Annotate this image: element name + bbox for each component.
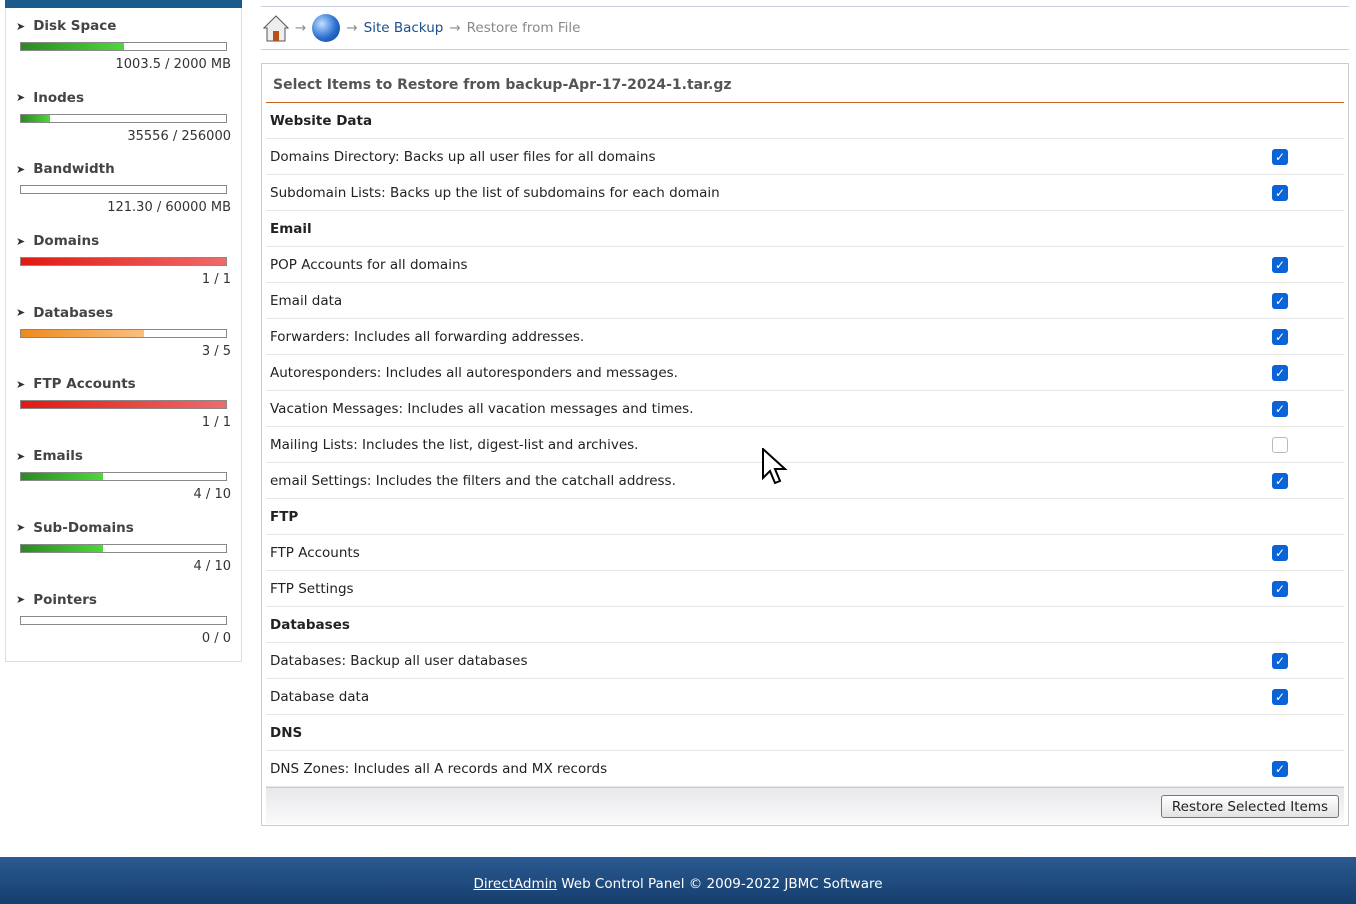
restore-item-row: Databases: Backup all user databases ✓ (266, 643, 1344, 679)
item-checkbox[interactable]: ✓ (1272, 473, 1288, 489)
item-checkbox[interactable]: ✓ (1272, 653, 1288, 669)
restore-selected-button[interactable]: Restore Selected Items (1160, 795, 1339, 818)
restore-panel: Select Items to Restore from backup-Apr-… (261, 63, 1349, 826)
stat-value: 1003.5 / 2000 MB (115, 57, 231, 72)
item-checkbox[interactable]: ✓ (1272, 689, 1288, 705)
item-checkbox[interactable]: ✓ (1272, 581, 1288, 597)
stat-value: 4 / 10 (193, 558, 231, 574)
restore-item-row: Mailing Lists: Includes the list, digest… (266, 427, 1344, 463)
item-checkbox[interactable]: ✓ (1272, 401, 1288, 417)
restore-item-row: DNS Zones: Includes all A records and MX… (266, 751, 1344, 787)
section-header: DNS (266, 715, 1344, 751)
restore-item-row: Autoresponders: Includes all autorespond… (266, 355, 1344, 391)
stat-title[interactable]: ➤ Pointers (16, 592, 231, 608)
item-checkbox[interactable]: ✓ (1272, 149, 1288, 165)
stat-domains: ➤ Domains 1 / 1 (6, 223, 241, 295)
stat-value: 121.30 / 60000 MB (107, 200, 231, 216)
restore-item-row: Database data ✓ (266, 679, 1344, 715)
usage-bar (20, 543, 227, 553)
arrow-right-icon: ➤ (16, 521, 26, 535)
usage-bar (20, 42, 227, 51)
item-checkbox[interactable] (1272, 437, 1288, 453)
stat-pointers: ➤ Pointers 0 / 0 (6, 582, 241, 654)
globe-icon[interactable] (312, 14, 341, 42)
arrow-right-icon: ➤ (16, 162, 26, 176)
stat-value: 4 / 10 (193, 487, 231, 503)
breadcrumb: → → Site Backup → Restore from File (261, 6, 1349, 50)
directadmin-link[interactable]: DirectAdmin (473, 876, 556, 892)
restore-item-row: POP Accounts for all domains ✓ (266, 247, 1344, 283)
restore-item-row: email Settings: Includes the filters and… (266, 463, 1344, 499)
arrow-right-icon: ➤ (16, 91, 26, 105)
usage-bar-fill (21, 114, 50, 122)
item-checkbox[interactable]: ✓ (1272, 293, 1288, 309)
usage-bar (20, 400, 227, 410)
stat-value: 3 / 5 (201, 343, 231, 359)
stat-title[interactable]: ➤ Bandwidth (16, 161, 231, 177)
usage-bar-fill (21, 473, 103, 481)
stat-title[interactable]: ➤ Sub-Domains (16, 520, 231, 536)
stat-ftp-accounts: ➤ FTP Accounts 1 / 1 (6, 366, 241, 438)
stat-inodes: ➤ Inodes 35556 / 256000 (6, 80, 241, 152)
restore-item-row: FTP Settings ✓ (266, 571, 1344, 607)
usage-bar-fill (21, 258, 226, 266)
stat-value: 0 / 0 (201, 630, 231, 646)
stat-value: 1 / 1 (201, 415, 231, 431)
mouse-cursor-icon (762, 448, 788, 485)
arrow-right-icon: ➤ (16, 306, 26, 320)
section-header: FTP (266, 499, 1344, 535)
footer: DirectAdmin Web Control Panel © 2009-202… (0, 857, 1356, 904)
restore-item-row: Vacation Messages: Includes all vacation… (266, 391, 1344, 427)
stat-title[interactable]: ➤ FTP Accounts (16, 376, 231, 392)
item-checkbox[interactable]: ✓ (1272, 185, 1288, 201)
usage-bar-fill (21, 401, 226, 409)
usage-bar (20, 472, 227, 482)
usage-bar-fill (21, 544, 103, 552)
section-header: Email (266, 211, 1344, 247)
stat-value: 35556 / 256000 (127, 128, 231, 144)
restore-item-row: Domains Directory: Backs up all user fil… (266, 139, 1344, 175)
arrow-right-icon: ➤ (16, 593, 26, 606)
stat-bandwidth: ➤ Bandwidth 121.30 / 60000 MB (6, 151, 241, 223)
restore-item-row: Email data ✓ (266, 283, 1344, 319)
stat-databases: ➤ Databases 3 / 5 (6, 295, 241, 367)
usage-bar (20, 328, 227, 338)
usage-bar (20, 257, 227, 267)
sidebar-top-bar (5, 0, 242, 8)
stat-sub-domains: ➤ Sub-Domains 4 / 10 (6, 510, 241, 582)
sidebar: ➤ Disk Space 1003.5 / 2000 MB ➤ Inodes 3555… (5, 0, 242, 662)
arrow-right-icon: ➤ (16, 449, 26, 463)
item-checkbox[interactable]: ✓ (1272, 257, 1288, 273)
arrow-right-icon: ➤ (16, 377, 26, 391)
stat-title[interactable]: ➤ Disk Space (16, 18, 231, 34)
panel-footer: Restore Selected Items (266, 787, 1344, 824)
breadcrumb-current: Restore from File (466, 20, 581, 36)
usage-bar (20, 185, 227, 195)
restore-item-row: Forwarders: Includes all forwarding addr… (266, 319, 1344, 355)
usage-bar (20, 113, 227, 123)
usage-bar-fill (21, 329, 144, 337)
restore-item-row: Subdomain Lists: Backs up the list of su… (266, 175, 1344, 211)
item-checkbox[interactable]: ✓ (1272, 761, 1288, 777)
stat-title[interactable]: ➤ Domains (16, 233, 231, 249)
item-checkbox[interactable]: ✓ (1272, 365, 1288, 381)
panel-title: Select Items to Restore from backup-Apr-… (266, 64, 1344, 103)
section-header: Website Data (266, 103, 1344, 139)
arrow-right-icon: ➤ (16, 234, 26, 248)
stat-disk-space: ➤ Disk Space 1003.5 / 2000 MB (6, 8, 241, 80)
item-checkbox[interactable]: ✓ (1272, 329, 1288, 345)
stat-title[interactable]: ➤ Databases (16, 305, 231, 321)
usage-bar-fill (21, 43, 124, 50)
usage-bar (20, 615, 227, 625)
home-icon[interactable] (262, 14, 290, 42)
item-checkbox[interactable]: ✓ (1272, 545, 1288, 561)
section-header: Databases (266, 607, 1344, 643)
stat-emails: ➤ Emails 4 / 10 (6, 438, 241, 510)
stat-value: 1 / 1 (201, 272, 231, 288)
restore-item-row: FTP Accounts ✓ (266, 535, 1344, 571)
stat-title[interactable]: ➤ Inodes (16, 90, 231, 106)
breadcrumb-site-backup[interactable]: Site Backup (364, 20, 444, 36)
stat-title[interactable]: ➤ Emails (16, 448, 231, 464)
arrow-right-icon: ➤ (16, 19, 26, 33)
